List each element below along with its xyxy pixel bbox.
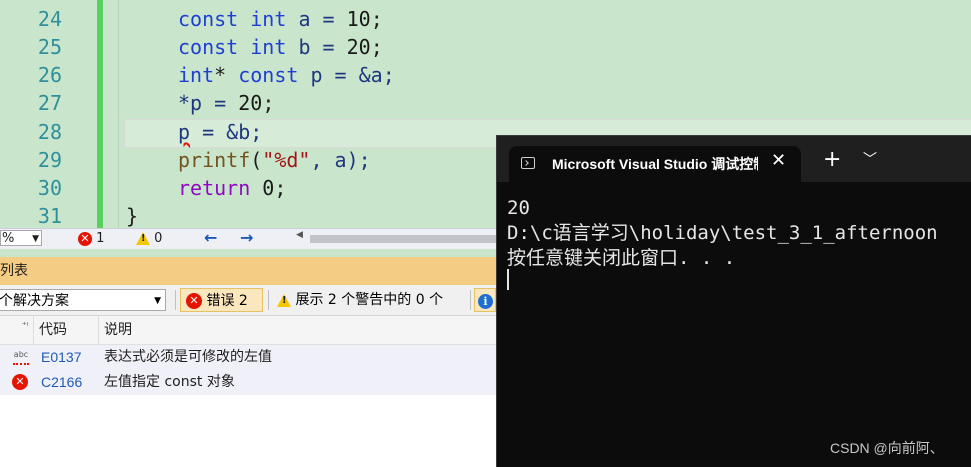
number-literal: 20: [238, 91, 263, 115]
error-description: 左值指定 const 对象: [104, 374, 235, 390]
line-number: 24: [37, 7, 62, 31]
code-text: *: [214, 63, 239, 87]
error-count: 1: [96, 231, 105, 246]
sort-grip-icon[interactable]: ⁺ᵎ: [22, 312, 28, 340]
previous-issue-arrow-icon[interactable]: ←: [204, 229, 217, 247]
error-icon: ✕: [12, 370, 28, 395]
code-text: ;: [274, 176, 287, 200]
horizontal-scrollbar[interactable]: ◀: [296, 230, 500, 245]
toolbar-separator: [470, 290, 471, 310]
scope-value: 个解决方案: [0, 293, 69, 309]
warnings-filter-label: 展示 2 个警告中的 0 个: [295, 292, 444, 308]
code-line-25[interactable]: 25 const int b = 20;: [0, 33, 971, 61]
scrollbar-thumb[interactable]: [310, 235, 500, 243]
code-text: *p =: [178, 91, 239, 115]
zoom-value: %: [2, 231, 15, 246]
console-title-bar[interactable]: Microsoft Visual Studio 调试控制台 ✕ + ﹀: [497, 136, 971, 182]
messages-filter-button[interactable]: i: [474, 288, 496, 312]
console-tab-title: Microsoft Visual Studio 调试控制台: [552, 156, 758, 172]
terminal-icon: [521, 157, 535, 169]
code-text: }: [126, 204, 139, 228]
keyword: int: [250, 35, 287, 59]
code-text: ;: [370, 35, 383, 59]
close-tab-icon[interactable]: ✕: [771, 151, 786, 171]
warning-icon: !: [277, 293, 291, 307]
next-issue-arrow-icon[interactable]: →: [240, 229, 253, 247]
console-line: D:\c语言学习\holiday\test_3_1_afternoon: [507, 222, 938, 244]
number-literal: 20: [346, 35, 371, 59]
info-icon: i: [478, 294, 493, 309]
scope-select[interactable]: 个解决方案 ▼: [0, 289, 166, 311]
line-number: 26: [37, 63, 62, 87]
code-text: , a);: [310, 148, 371, 172]
error-description: 表达式必须是可修改的左值: [104, 349, 272, 365]
code-text: a =: [298, 7, 347, 31]
keyword: int: [178, 63, 215, 87]
warning-count-indicator[interactable]: ! 0: [136, 230, 162, 248]
warnings-filter-button[interactable]: ! 展示 2 个警告中的 0 个: [275, 288, 443, 312]
code-text: = &b;: [190, 120, 263, 144]
error-icon: ✕: [186, 293, 202, 309]
line-number: 27: [37, 91, 62, 115]
scroll-left-icon[interactable]: ◀: [296, 230, 303, 240]
keyword: return: [178, 176, 251, 200]
code-text: ;: [370, 7, 383, 31]
keyword: const: [178, 7, 239, 31]
errors-filter-label: 错误 2: [206, 293, 248, 309]
number-literal: 0: [262, 176, 275, 200]
error-count-indicator[interactable]: ✕ 1: [78, 230, 104, 248]
error-squiggle[interactable]: p: [178, 120, 190, 144]
keyword: int: [250, 7, 287, 31]
chevron-down-icon: ▼: [32, 234, 39, 244]
chevron-down-icon: ▼: [154, 296, 161, 306]
column-header-description[interactable]: 说明: [98, 316, 132, 344]
console-line: 20: [507, 197, 530, 219]
code-text: b =: [298, 35, 347, 59]
code-line-26[interactable]: 26 int* const p = &a;: [0, 61, 971, 89]
warning-icon: !: [136, 232, 150, 245]
toolbar-separator: [268, 290, 269, 310]
line-number: 30: [37, 176, 62, 200]
debug-console-window[interactable]: Microsoft Visual Studio 调试控制台 ✕ + ﹀ 20 D:…: [496, 135, 971, 467]
keyword: const: [238, 63, 299, 87]
tab-dropdown-chevron-icon[interactable]: ﹀: [863, 150, 877, 170]
console-line: 按任意键关闭此窗口. . .: [507, 247, 736, 269]
error-code-link[interactable]: C2166: [41, 370, 82, 395]
error-code-link[interactable]: E0137: [41, 345, 81, 370]
panel-title: 吴列表: [0, 263, 28, 279]
code-line-27[interactable]: 27 *p = 20;: [0, 89, 971, 117]
code-text: (: [250, 148, 263, 172]
code-line-24[interactable]: 24 const int a = 10;: [0, 5, 971, 33]
string-literal: "%d": [262, 148, 311, 172]
console-tab[interactable]: Microsoft Visual Studio 调试控制台 ✕: [509, 146, 801, 182]
function-name: printf: [178, 148, 251, 172]
watermark-text: CSDN @向前阿、: [830, 440, 944, 456]
column-header-code[interactable]: 代码: [33, 316, 67, 344]
console-cursor: [507, 269, 509, 290]
keyword: const: [178, 35, 239, 59]
line-number: 31: [37, 204, 62, 228]
line-number: 28: [37, 120, 62, 144]
new-tab-plus-icon[interactable]: +: [823, 149, 841, 171]
error-icon: ✕: [78, 231, 92, 246]
errors-filter-button[interactable]: ✕ 错误 2: [180, 288, 263, 312]
number-literal: 10: [346, 7, 371, 31]
warning-count: 0: [154, 231, 163, 246]
code-text: p = &a;: [298, 63, 395, 87]
code-text: ;: [262, 91, 275, 115]
line-number: 25: [37, 35, 62, 59]
spell-error-icon: abc: [13, 350, 29, 365]
console-output[interactable]: 20 D:\c语言学习\holiday\test_3_1_afternoon 按任意…: [507, 196, 938, 271]
toolbar-separator: [175, 290, 176, 310]
zoom-select[interactable]: % ▼: [0, 230, 42, 246]
line-number: 29: [37, 148, 62, 172]
